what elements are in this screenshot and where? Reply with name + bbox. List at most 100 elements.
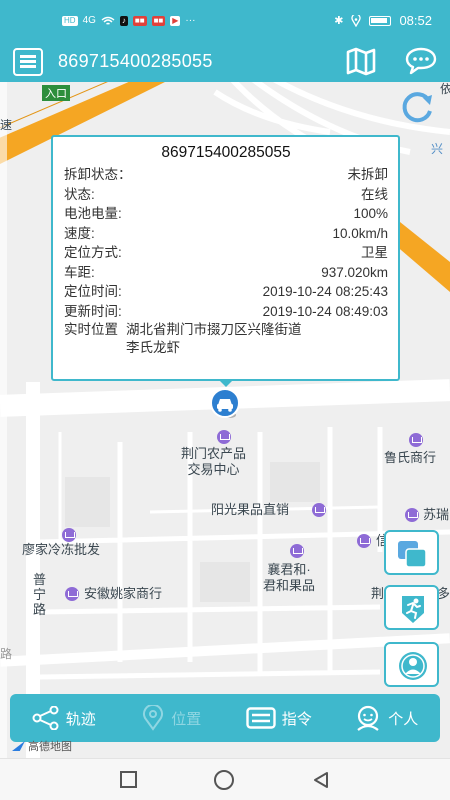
more-notifications: ···: [185, 15, 196, 26]
youku-app-icon: ▶: [170, 15, 181, 26]
nav-command-label: 指令: [281, 710, 312, 728]
tiktok-app-icon: ♪: [119, 15, 128, 26]
layers-icon: [398, 541, 427, 568]
info-value: 在线: [361, 186, 388, 202]
amap-attribution-text: 高德地图: [28, 741, 72, 753]
bluetooth-icon: ✱: [334, 15, 344, 27]
battery-icon: [369, 15, 392, 26]
info-row-dismantle: 拆卸状态： 未拆卸: [64, 165, 388, 185]
info-row-status: 状态: 在线: [64, 185, 388, 205]
poi-jingmen-market[interactable]: 荆门农产品 交易中心: [181, 446, 246, 478]
info-label: 速度:: [64, 225, 95, 241]
road-puning: 普 宁 路: [33, 572, 47, 617]
news-app-icon: ■■: [132, 15, 147, 26]
home-icon[interactable]: [214, 770, 234, 790]
bottom-nav-bar: 轨迹 位置 指令 个人: [10, 694, 440, 742]
nav-location[interactable]: 位置: [118, 694, 226, 742]
info-value: 10.0km/h: [332, 225, 388, 241]
poi-xiangjunhe[interactable]: 襄君和· 君和果品: [263, 562, 315, 594]
map-view[interactable]: 入口 速 依 兴 荆门农产品 交易中心 鲁氏商行 阳光果品直销 苏瑞 廖家冷冻批…: [0, 82, 450, 758]
signal-4g-indicator: 4G: [82, 15, 96, 26]
video-app-icon: ■■: [151, 15, 166, 26]
road-label-bottom: 路: [0, 647, 13, 661]
info-device-id: 869715400285055: [161, 144, 291, 161]
nav-profile-label: 个人: [388, 710, 419, 728]
recent-apps-icon[interactable]: [120, 771, 137, 788]
hd-badge: HD: [62, 15, 78, 26]
info-value: 100%: [353, 206, 388, 221]
amap-logo-icon: [12, 741, 25, 751]
status-right-icons: ✱ 08:52: [334, 13, 432, 28]
map-label-top-right-2: 兴: [431, 142, 444, 156]
info-row-address: 实时位置 湖北省荆门市掇刀区兴隆街道 李氏龙虾: [64, 321, 388, 357]
device-id-title: 869715400285055: [58, 51, 213, 71]
person-circle-icon: [399, 652, 427, 680]
poi-shop-icon: [217, 430, 231, 444]
map-label-corner: 速: [0, 118, 13, 132]
status-left-icons: HD 4G ♪ ■■ ■■ ▶ ···: [62, 15, 195, 26]
poi-anhui-yaojia[interactable]: 安徽姚家商行: [84, 586, 162, 602]
back-icon[interactable]: [312, 771, 330, 789]
poi-shop-icon: [357, 534, 371, 548]
profile-view-button[interactable]: [384, 642, 439, 687]
app-bar: 869715400285055: [0, 44, 450, 82]
poi-surui[interactable]: 苏瑞: [423, 507, 449, 523]
info-value: 未拆卸: [347, 167, 389, 182]
nav-command[interactable]: 指令: [225, 694, 333, 742]
command-list-icon: [246, 707, 276, 729]
device-info-window: 869715400285055 拆卸状态： 未拆卸 状态: 在线 电池电量: 100%…: [51, 135, 400, 381]
info-value: 2019-10-24 08:25:43: [262, 284, 388, 299]
map-icon[interactable]: [345, 46, 377, 76]
wifi-icon: [101, 16, 115, 25]
info-label: 状态:: [64, 186, 95, 202]
location-status-icon: [351, 14, 362, 27]
location-pin-icon: [143, 705, 164, 731]
poi-liaojia[interactable]: 廖家冷冻批发: [22, 542, 100, 558]
info-row-speed: 速度: 10.0km/h: [64, 224, 388, 244]
poi-yangguang[interactable]: 阳光果品直销: [211, 502, 289, 518]
system-navigation-bar: [0, 758, 450, 800]
map-label-top-right-1: 依: [440, 82, 450, 96]
info-label: 电池电量:: [64, 206, 122, 221]
layers-button[interactable]: [384, 530, 439, 575]
poi-shop-icon: [409, 433, 423, 447]
poi-shop-icon: [290, 544, 304, 558]
refresh-icon[interactable]: [399, 89, 437, 125]
user-face-icon: [357, 705, 379, 731]
info-label: 更新时间:: [64, 303, 122, 319]
info-label: 拆卸状态：: [64, 167, 132, 182]
nav-track-label: 轨迹: [65, 710, 96, 728]
info-value: 2019-10-24 08:49:03: [262, 303, 388, 319]
poi-shop-icon: [62, 528, 76, 542]
info-row-battery: 电池电量: 100%: [64, 204, 388, 224]
info-value: 卫星: [361, 245, 388, 260]
running-person-icon: [402, 596, 424, 623]
share-path-icon: [32, 706, 59, 730]
info-window-pointer: [218, 379, 234, 387]
info-address-value: 湖北省荆门市掇刀区兴隆街道 李氏龙虾: [126, 322, 302, 355]
info-row-distance: 车距: 937.020km: [64, 263, 388, 283]
poi-jing[interactable]: 荆: [371, 586, 384, 602]
info-row-update-time: 更新时间: 2019-10-24 08:49:03: [64, 302, 388, 322]
poi-lushi[interactable]: 鲁氏商行: [384, 450, 436, 466]
info-label: 定位时间:: [64, 284, 122, 299]
poi-shop-icon: [405, 508, 419, 522]
status-bar: HD 4G ♪ ■■ ■■ ▶ ··· ✱ 08:52: [0, 0, 450, 44]
status-time: 08:52: [399, 13, 432, 28]
chat-bubble-icon[interactable]: [404, 46, 438, 76]
track-follow-button[interactable]: [384, 585, 439, 630]
poi-shop-icon: [65, 587, 79, 601]
entrance-label: 入口: [42, 85, 70, 101]
nav-location-label: 位置: [171, 710, 202, 728]
nav-track[interactable]: 轨迹: [10, 694, 118, 742]
nav-profile[interactable]: 个人: [333, 694, 441, 742]
amap-attribution: 高德地图: [12, 738, 72, 754]
info-label: 实时位置: [64, 322, 118, 337]
info-row-positioning: 定位方式: 卫星: [64, 243, 388, 263]
info-row-locate-time: 定位时间: 2019-10-24 08:25:43: [64, 282, 388, 302]
info-label: 车距:: [64, 264, 95, 280]
info-label: 定位方式:: [64, 245, 122, 260]
car-location-marker-icon[interactable]: [209, 387, 243, 421]
info-value: 937.020km: [321, 264, 388, 280]
menu-list-icon[interactable]: [13, 48, 43, 76]
